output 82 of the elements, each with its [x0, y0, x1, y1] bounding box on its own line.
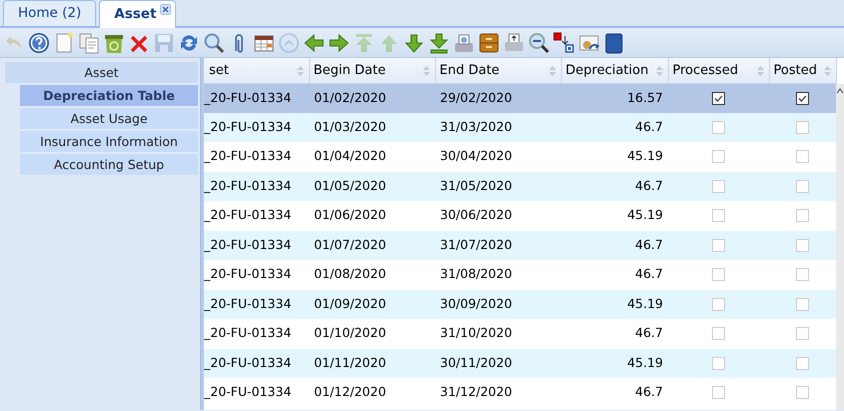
column-header[interactable]: Depreciation [561, 58, 668, 83]
table-cell: 46.7 [635, 118, 663, 134]
table-cell: 31/03/2020 [440, 118, 512, 134]
table-cell: 46.7 [635, 236, 663, 252]
table-cell: _20-FU-01334 [204, 384, 292, 400]
table-cell: _20-FU-01334 [204, 207, 292, 222]
table-cell: _20-FU-01334 [204, 296, 292, 311]
table-cell: 31/07/2020 [440, 236, 512, 252]
table-cell: 45.19 [627, 354, 663, 370]
scrollbar[interactable] [836, 84, 844, 410]
table-cell: 30/06/2020 [440, 207, 512, 222]
table-cell: 01/04/2020 [314, 148, 386, 164]
table-cell: 30/11/2020 [440, 354, 512, 370]
table-cell: 01/08/2020 [314, 266, 386, 282]
sidebar-item[interactable]: Depreciation Table [20, 85, 198, 106]
table-cell: 31/12/2020 [440, 384, 512, 400]
sort-icon[interactable] [422, 66, 430, 76]
table-cell: _20-FU-01334 [204, 178, 292, 193]
scanner-icon[interactable] [453, 32, 475, 54]
table-cell: 29/02/2020 [440, 90, 512, 105]
table-cell: 46.7 [635, 178, 663, 193]
table-cell: 01/03/2020 [314, 118, 386, 134]
table-cell: 45.19 [627, 207, 663, 222]
table-cell: 31/10/2020 [440, 325, 512, 340]
left-arrow-icon[interactable] [303, 32, 325, 54]
search-icon[interactable] [203, 32, 225, 54]
column-header[interactable]: set [204, 58, 309, 83]
table-cell: 01/07/2020 [314, 236, 386, 252]
down-arrow-icon[interactable] [403, 32, 425, 54]
table-cell: _20-FU-01334 [204, 236, 292, 252]
column-header[interactable]: Begin Date [309, 58, 435, 83]
table-cell: 31/08/2020 [440, 266, 512, 282]
checkbox[interactable] [712, 92, 725, 105]
sort-icon[interactable] [548, 66, 556, 76]
right-arrow-icon[interactable] [328, 32, 350, 54]
window-icon[interactable] [603, 32, 625, 54]
sidebar-item[interactable]: Accounting Setup [20, 154, 198, 175]
table-cell: 01/11/2020 [314, 354, 386, 370]
table-cell: 31/05/2020 [440, 178, 512, 193]
table-cell: 01/09/2020 [314, 296, 386, 311]
table-cell: 45.19 [627, 148, 663, 164]
sort-icon[interactable] [656, 66, 662, 76]
checkbox[interactable] [796, 92, 809, 105]
table-cell: 01/12/2020 [314, 384, 386, 400]
scroll-up-icon[interactable] [836, 86, 844, 96]
table-cell: 46.7 [635, 266, 663, 282]
column-header[interactable]: End Date [435, 58, 561, 83]
table-cell: 46.7 [635, 325, 663, 340]
table-row[interactable]: _20-FU-01334 01/02/2020 29/02/2020 16.57 [204, 83, 836, 112]
tab[interactable]: Asset [99, 0, 176, 28]
table-cell: _20-FU-01334 [204, 354, 292, 370]
move-icon[interactable] [553, 32, 575, 54]
table-cell: 30/09/2020 [440, 296, 512, 311]
zoom-icon[interactable] [528, 32, 550, 54]
printer-icon[interactable] [503, 32, 525, 54]
section-header[interactable]: Asset [5, 62, 198, 83]
table-cell: 01/06/2020 [314, 207, 386, 222]
table-cell: _20-FU-01334 [204, 90, 292, 105]
copy-icon[interactable] [78, 32, 100, 54]
tab[interactable]: Home (2) [3, 0, 96, 26]
table-cell: 16.57 [627, 90, 663, 105]
close-icon[interactable] [160, 4, 172, 15]
table-cell: 01/05/2020 [314, 178, 386, 193]
sort-icon[interactable] [824, 66, 830, 76]
table-cell: 46.7 [635, 384, 663, 400]
table-cell: 01/02/2020 [314, 90, 386, 105]
sort-icon[interactable] [296, 66, 304, 76]
table-cell: 45.19 [627, 296, 663, 311]
table-cell: _20-FU-01334 [204, 148, 292, 164]
drawer-icon[interactable] [478, 32, 500, 54]
table-cell: 01/10/2020 [314, 325, 386, 340]
sort-icon[interactable] [756, 66, 764, 76]
sidebar-item[interactable]: Asset Usage [20, 108, 198, 129]
bottom-arrow-icon[interactable] [428, 32, 450, 54]
table-cell: _20-FU-01334 [204, 266, 292, 282]
table-cell: _20-FU-01334 [204, 325, 292, 340]
table-cell: 30/04/2020 [440, 148, 512, 164]
column-header[interactable]: Processed [668, 58, 769, 83]
help-icon[interactable] [28, 32, 50, 54]
table-cell: _20-FU-01334 [204, 118, 292, 134]
sidebar-item[interactable]: Insurance Information [20, 131, 198, 152]
column-header[interactable]: Posted [769, 58, 836, 83]
